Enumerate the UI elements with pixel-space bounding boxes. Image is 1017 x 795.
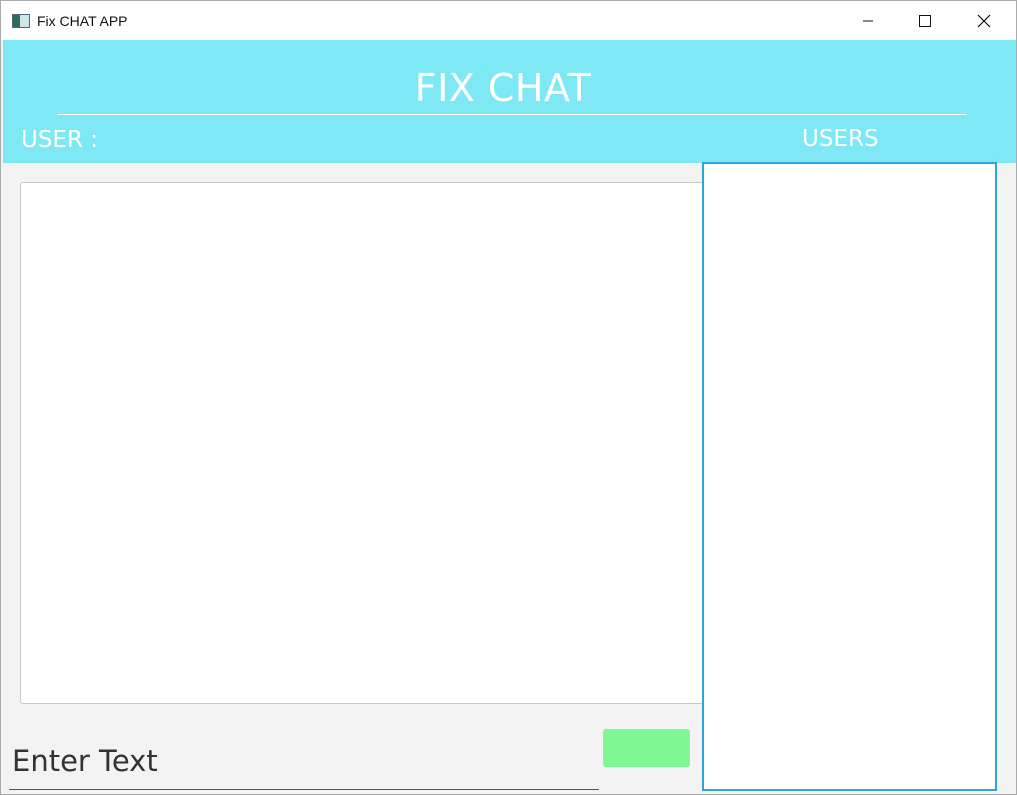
users-list-heading: USERS: [802, 126, 879, 152]
app-window-icon: [12, 14, 30, 28]
chat-messages-area[interactable]: [20, 182, 704, 704]
users-list[interactable]: [702, 162, 997, 791]
maximize-button[interactable]: [896, 1, 954, 40]
message-input[interactable]: [9, 732, 599, 790]
minimize-button[interactable]: [839, 1, 897, 40]
app-window: Fix CHAT APP FIX CHAT USER : USERS: [0, 0, 1017, 795]
window-title: Fix CHAT APP: [37, 13, 128, 29]
header-banner: FIX CHAT USER : USERS: [3, 40, 1016, 163]
send-button[interactable]: [603, 729, 690, 767]
title-divider: [57, 114, 967, 115]
title-bar[interactable]: Fix CHAT APP: [1, 1, 1016, 40]
maximize-icon: [919, 14, 931, 27]
close-button[interactable]: [955, 1, 1013, 40]
close-icon: [977, 14, 991, 27]
current-user-label: USER :: [21, 127, 99, 153]
app-title: FIX CHAT: [414, 66, 592, 110]
minimize-icon: [863, 20, 873, 21]
